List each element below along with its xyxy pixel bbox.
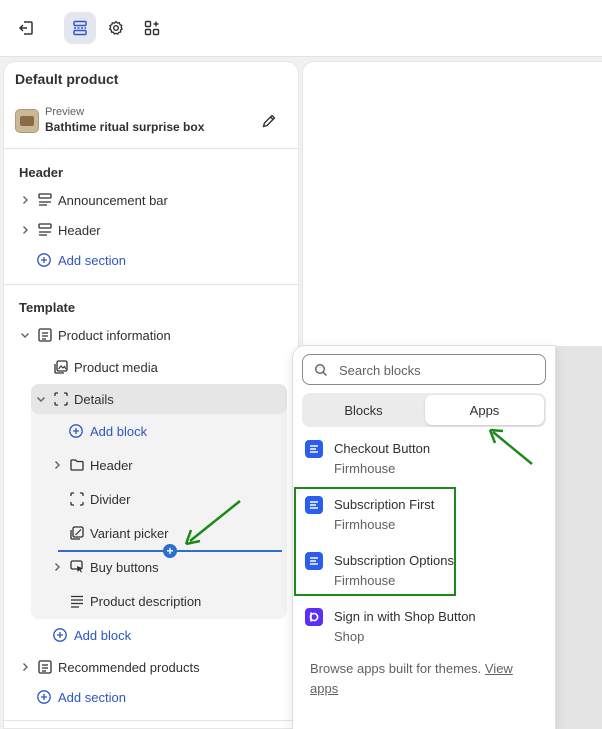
section-announcement-bar[interactable]: Announcement bar xyxy=(4,186,298,214)
search-icon xyxy=(314,363,327,376)
pencil-icon xyxy=(262,114,276,128)
divider xyxy=(4,720,298,721)
add-block-label: Add block xyxy=(90,424,148,439)
preview-product-name[interactable]: Bathtime ritual surprise box xyxy=(45,120,204,134)
add-section-template-button[interactable]: Add section xyxy=(4,683,298,711)
preview-canvas-dimmed xyxy=(554,346,602,729)
annotation-highlight-box xyxy=(294,487,456,596)
cursor-click-icon xyxy=(70,560,83,573)
text-icon xyxy=(71,595,83,608)
search-blocks-field[interactable] xyxy=(302,354,546,385)
add-block-label: Add block xyxy=(74,628,132,643)
app-block-item[interactable]: Sign in with Shop Button Shop xyxy=(305,608,535,652)
section-icon xyxy=(38,660,52,674)
search-input[interactable] xyxy=(339,361,539,379)
shop-icon xyxy=(305,608,323,626)
apps-icon xyxy=(144,20,160,36)
media-icon xyxy=(54,360,68,374)
add-block-product-information-button[interactable]: Add block xyxy=(4,621,298,649)
exit-icon xyxy=(18,21,33,35)
product-thumbnail xyxy=(15,109,39,133)
block-buy-buttons[interactable]: Buy buttons xyxy=(4,553,298,581)
folder-icon xyxy=(70,459,84,471)
section-header[interactable]: Header xyxy=(4,216,298,244)
preview-canvas xyxy=(302,61,602,351)
gear-icon xyxy=(108,20,123,35)
block-product-description[interactable]: Product description xyxy=(4,587,298,615)
section-icon xyxy=(38,193,52,206)
preview-label: Preview xyxy=(45,106,85,118)
template-group-title: Template xyxy=(19,300,76,315)
chevron-right-icon[interactable] xyxy=(19,661,31,673)
add-block-details-button[interactable]: Add block xyxy=(4,417,298,445)
exit-button[interactable] xyxy=(10,12,42,44)
tab-blocks[interactable]: Blocks xyxy=(304,395,423,425)
plus-circle-icon xyxy=(37,690,51,704)
settings-tab-button[interactable] xyxy=(100,12,132,44)
sections-sidebar: Default product Preview Bathtime ritual … xyxy=(3,61,299,729)
section-label: Announcement bar xyxy=(58,193,168,208)
section-icon xyxy=(38,328,52,342)
app-block-name: Checkout Button xyxy=(334,441,431,456)
block-label: Divider xyxy=(90,492,131,507)
block-divider[interactable]: Divider xyxy=(4,485,298,513)
apps-tab-button[interactable] xyxy=(136,12,168,44)
add-section-label: Add section xyxy=(58,690,126,705)
block-details[interactable]: Details xyxy=(4,385,298,413)
block-label: Product media xyxy=(74,360,158,375)
chevron-right-icon[interactable] xyxy=(19,194,31,206)
sections-tab-button[interactable] xyxy=(64,12,96,44)
block-label: Product description xyxy=(90,594,202,609)
section-product-information[interactable]: Product information xyxy=(4,321,298,349)
add-section-label: Add section xyxy=(58,253,126,268)
block-label: Header xyxy=(90,458,133,473)
chevron-down-icon[interactable] xyxy=(35,393,47,405)
sections-icon xyxy=(73,20,87,36)
block-label: Details xyxy=(74,392,114,407)
tab-apps[interactable]: Apps xyxy=(425,395,544,425)
chevron-down-icon[interactable] xyxy=(19,329,31,341)
block-variant-picker[interactable]: Variant picker xyxy=(4,519,298,547)
section-label: Header xyxy=(58,223,101,238)
chevron-right-icon[interactable] xyxy=(51,561,63,573)
browse-apps-text: Browse apps built for themes. xyxy=(310,661,482,676)
header-group-title: Header xyxy=(19,165,64,180)
block-product-media[interactable]: Product media xyxy=(4,353,298,381)
plus-circle-icon xyxy=(37,253,51,267)
firmhouse-icon xyxy=(305,440,323,458)
divider xyxy=(4,148,298,149)
plus-circle-icon xyxy=(69,424,83,438)
editor-topbar xyxy=(0,0,602,57)
add-section-header-button[interactable]: Add section xyxy=(4,246,298,274)
block-type-tabs: Blocks Apps xyxy=(302,393,546,427)
app-block-vendor: Firmhouse xyxy=(334,461,396,476)
group-icon xyxy=(54,392,68,406)
block-label: Variant picker xyxy=(90,526,169,541)
plus-circle-icon xyxy=(53,628,67,642)
section-label: Recommended products xyxy=(58,660,200,675)
app-block-item[interactable]: Checkout Button Firmhouse xyxy=(305,440,535,484)
section-recommended-products[interactable]: Recommended products xyxy=(4,653,298,681)
group-icon xyxy=(70,492,84,506)
section-label: Product information xyxy=(58,328,171,343)
app-block-name: Sign in with Shop Button xyxy=(334,609,476,624)
chevron-right-icon[interactable] xyxy=(19,224,31,236)
block-label: Buy buttons xyxy=(90,560,159,575)
browse-apps-note: Browse apps built for themes. View apps xyxy=(310,659,542,699)
app-block-vendor: Shop xyxy=(334,629,365,644)
variant-icon xyxy=(70,526,84,540)
page-title: Default product xyxy=(15,71,119,87)
section-icon xyxy=(38,223,52,236)
block-header[interactable]: Header xyxy=(4,451,298,479)
chevron-right-icon[interactable] xyxy=(51,459,63,471)
edit-preview-button[interactable] xyxy=(260,112,280,132)
divider xyxy=(4,284,298,285)
